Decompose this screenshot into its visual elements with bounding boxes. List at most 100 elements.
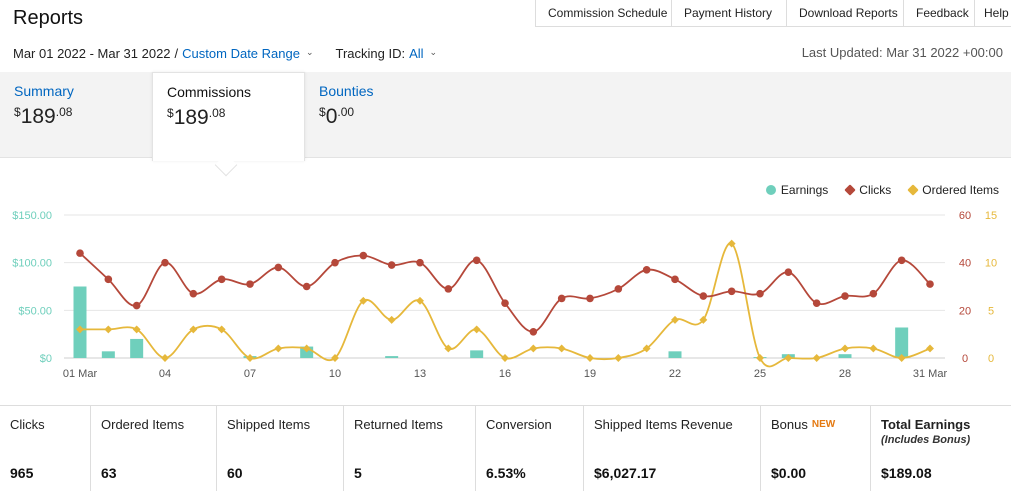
- clicks-point: [359, 251, 368, 260]
- stat-value: 63: [101, 465, 117, 481]
- tab-bounties[interactable]: Bounties $0.00: [305, 72, 465, 158]
- clicks-point: [926, 280, 934, 288]
- ordered-items-point: [246, 354, 254, 362]
- ordered-items-point: [926, 344, 934, 353]
- download-reports-link[interactable]: Download Reports: [786, 0, 903, 27]
- stat-value: $6,027.17: [594, 465, 657, 481]
- x-tick-label: 28: [839, 368, 851, 380]
- stat-shipped-items-revenue: Shipped Items Revenue $6,027.17: [584, 406, 761, 491]
- ordered-items-point: [274, 344, 283, 353]
- stat-value: $189.08: [881, 465, 932, 481]
- clicks-point: [387, 261, 396, 269]
- y-clicks-tick-label: 20: [959, 305, 971, 317]
- stats-bar: Clicks 965 Ordered Items 63 Shipped Item…: [0, 405, 1011, 491]
- clicks-point: [246, 280, 254, 288]
- ordered-items-point: [812, 354, 821, 362]
- y-left-tick-label: $50.00: [18, 305, 52, 317]
- clicks-point: [104, 275, 113, 284]
- y-ordered-tick-label: 10: [985, 258, 997, 270]
- clicks-point: [557, 294, 566, 303]
- clicks-point: [472, 256, 481, 265]
- x-tick-label: 13: [414, 368, 426, 380]
- new-badge: NEW: [811, 419, 836, 430]
- tab-label: Summary: [14, 83, 74, 99]
- commissions-amount: $189.08: [167, 106, 226, 129]
- clicks-point: [897, 256, 906, 265]
- summary-amount: $189.08: [14, 105, 73, 128]
- stat-label: Bonus NEW: [771, 417, 836, 432]
- report-tabs: Summary $189.08 Commissions $189.08 Boun…: [0, 72, 1011, 161]
- x-tick-label: 19: [584, 368, 596, 380]
- clicks-point: [217, 275, 226, 284]
- y-left-tick-label: $0: [40, 353, 52, 365]
- clicks-point: [529, 327, 538, 336]
- ordered-items-point: [529, 344, 538, 353]
- clicks-point: [614, 285, 623, 293]
- clicks-point: [501, 299, 509, 307]
- clicks-line: [79, 252, 931, 333]
- page-title: Reports: [13, 7, 84, 29]
- top-links: Commission Schedule Payment History Down…: [535, 0, 1011, 27]
- earnings-chart[interactable]: $0 0 0 $50.00 20 5 $100.00 40 10 $150.00 60 15 01 Ma…: [0, 170, 1011, 400]
- ordered-items-point: [756, 354, 764, 362]
- stat-returned-items: Returned Items 5: [344, 406, 476, 491]
- x-tick-label: 25: [754, 368, 766, 380]
- payment-history-link[interactable]: Payment History: [671, 0, 786, 27]
- clicks-point: [274, 263, 283, 272]
- last-updated-text: Last Updated: Mar 31 2022 +00:00: [801, 45, 1003, 60]
- stat-value: 6.53%: [486, 465, 526, 481]
- x-tick-label: 01 Mar: [63, 368, 98, 380]
- clicks-point: [812, 299, 821, 307]
- stat-shipped-items: Shipped Items 60: [217, 406, 344, 491]
- earnings-bar: [838, 354, 852, 358]
- feedback-link[interactable]: Feedback: [903, 0, 974, 27]
- y-ordered-tick-label: 5: [988, 305, 994, 317]
- y-left-tick-label: $150.00: [12, 210, 52, 222]
- stat-label: Ordered Items: [101, 417, 185, 432]
- x-tick-label: 04: [159, 368, 171, 380]
- commission-schedule-link[interactable]: Commission Schedule: [535, 0, 671, 27]
- clicks-point: [869, 289, 878, 298]
- ordered-items-point: [614, 354, 623, 362]
- ordered-items-point: [501, 354, 509, 362]
- clicks-point: [699, 292, 708, 300]
- chevron-down-icon[interactable]: ⌄: [306, 47, 314, 62]
- clicks-point: [161, 258, 169, 267]
- stat-value: $0.00: [771, 465, 807, 481]
- clicks-point: [132, 301, 141, 310]
- stat-label: Total Earnings: [881, 417, 971, 432]
- clicks-point: [642, 266, 651, 274]
- ordered-items-point: [104, 325, 113, 334]
- clicks-point: [784, 268, 793, 276]
- x-tick-label: 31 Mar: [913, 368, 948, 380]
- ordered-items-point: [557, 344, 566, 353]
- earnings-bar: [470, 350, 484, 358]
- stat-label: Returned Items: [354, 417, 443, 432]
- clicks-point: [756, 289, 764, 298]
- stat-label: Shipped Items: [227, 417, 311, 432]
- x-tick-label: 10: [329, 368, 341, 380]
- y-ordered-tick-label: 15: [985, 210, 997, 222]
- chevron-down-icon[interactable]: ⌄: [430, 47, 438, 62]
- y-ordered-tick-label: 0: [988, 353, 994, 365]
- earnings-bar: [668, 351, 682, 358]
- filter-bar: Mar 01 2022 - Mar 31 2022 / Custom Date …: [13, 46, 437, 61]
- stat-clicks: Clicks 965: [0, 406, 91, 491]
- stat-ordered-items: Ordered Items 63: [91, 406, 217, 491]
- stat-value: 965: [10, 465, 34, 481]
- tab-label: Bounties: [319, 83, 374, 99]
- x-tick-label: 07: [244, 368, 256, 380]
- tab-summary[interactable]: Summary $189.08: [0, 72, 152, 158]
- y-clicks-tick-label: 0: [962, 353, 968, 365]
- clicks-point: [189, 289, 198, 298]
- clicks-point: [302, 282, 311, 291]
- ordered-items-point: [586, 354, 594, 362]
- earnings-bar: [130, 338, 144, 358]
- help-link[interactable]: Help: [974, 0, 1011, 27]
- date-range-separator: /: [174, 46, 179, 61]
- tab-commissions[interactable]: Commissions $189.08: [152, 72, 305, 161]
- custom-date-range-dropdown[interactable]: Custom Date Range: [182, 46, 300, 61]
- tracking-id-dropdown[interactable]: All: [409, 46, 423, 61]
- ordered-items-point: [869, 344, 878, 353]
- earnings-bar: [385, 356, 399, 358]
